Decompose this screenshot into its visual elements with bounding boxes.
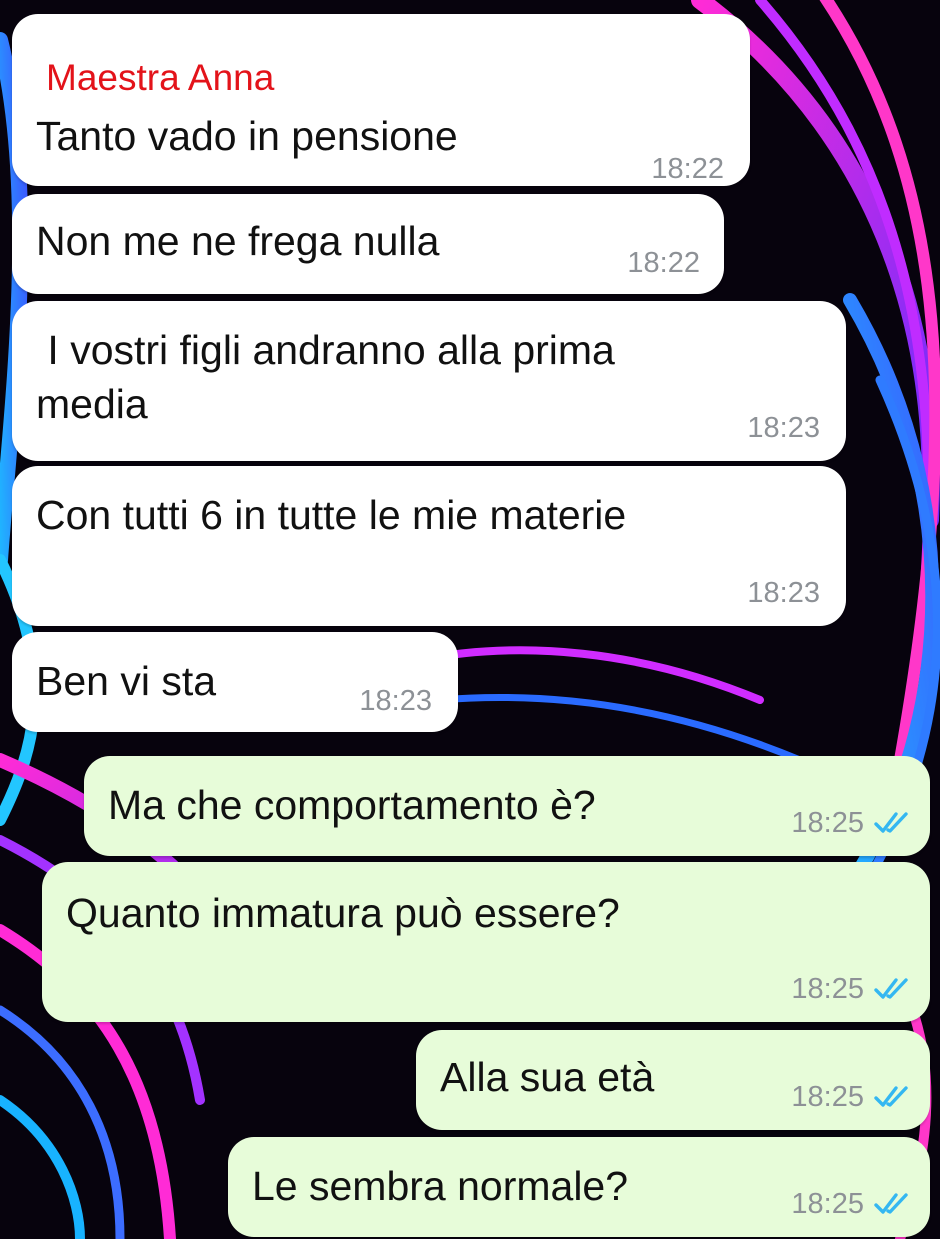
chat-message-list[interactable]: Maestra Anna Tanto vado in pensione 18:2…	[0, 0, 940, 1239]
message-meta: 18:22	[627, 246, 700, 280]
message-bubble-outgoing[interactable]: Le sembra normale? 18:25	[228, 1137, 930, 1237]
message-meta: 18:22	[651, 152, 724, 186]
message-text: Ma che comportamento è?	[108, 782, 596, 828]
message-text: Le sembra normale?	[252, 1163, 629, 1209]
message-timestamp: 18:22	[651, 153, 724, 185]
message-bubble-outgoing[interactable]: Ma che comportamento è? 18:25	[84, 756, 930, 856]
message-meta: 18:23	[747, 411, 820, 445]
message-timestamp: 18:25	[791, 807, 864, 839]
message-bubble-incoming[interactable]: Con tutti 6 in tutte le mie materie 18:2…	[12, 466, 846, 626]
message-text: I vostri figli andranno alla prima media	[36, 327, 615, 427]
message-timestamp: 18:22	[627, 247, 700, 279]
message-bubble-incoming[interactable]: Ben vi sta 18:23	[12, 632, 458, 732]
message-timestamp: 18:25	[791, 973, 864, 1005]
message-text: Con tutti 6 in tutte le mie materie	[36, 492, 627, 538]
message-text: Ben vi sta	[36, 658, 217, 704]
message-meta: 18:25	[791, 972, 912, 1006]
message-meta: 18:23	[359, 684, 432, 718]
message-timestamp: 18:25	[791, 1188, 864, 1220]
message-text: Non me ne frega nulla	[36, 218, 440, 264]
message-bubble-outgoing[interactable]: Quanto immatura può essere? 18:25	[42, 862, 930, 1022]
message-text: Alla sua età	[440, 1054, 655, 1100]
sender-name[interactable]: Maestra Anna	[46, 56, 274, 100]
double-check-read-icon	[874, 978, 908, 999]
message-bubble-incoming[interactable]: Maestra Anna Tanto vado in pensione 18:2…	[12, 14, 750, 186]
message-meta: 18:25	[791, 1080, 912, 1114]
message-timestamp: 18:23	[747, 412, 820, 444]
message-meta: 18:25	[791, 806, 912, 840]
message-bubble-incoming[interactable]: Non me ne frega nulla 18:22	[12, 194, 724, 294]
message-text: Quanto immatura può essere?	[66, 890, 620, 936]
message-bubble-incoming[interactable]: I vostri figli andranno alla prima media…	[12, 301, 846, 461]
message-meta: 18:23	[747, 576, 820, 610]
message-bubble-outgoing[interactable]: Alla sua età 18:25	[416, 1030, 930, 1130]
message-timestamp: 18:23	[359, 685, 432, 717]
double-check-read-icon	[874, 1193, 908, 1214]
message-meta: 18:25	[791, 1187, 912, 1221]
message-timestamp: 18:23	[747, 577, 820, 609]
double-check-read-icon	[874, 1086, 908, 1107]
message-text: Tanto vado in pensione	[36, 113, 458, 159]
message-timestamp: 18:25	[791, 1081, 864, 1113]
double-check-read-icon	[874, 812, 908, 833]
